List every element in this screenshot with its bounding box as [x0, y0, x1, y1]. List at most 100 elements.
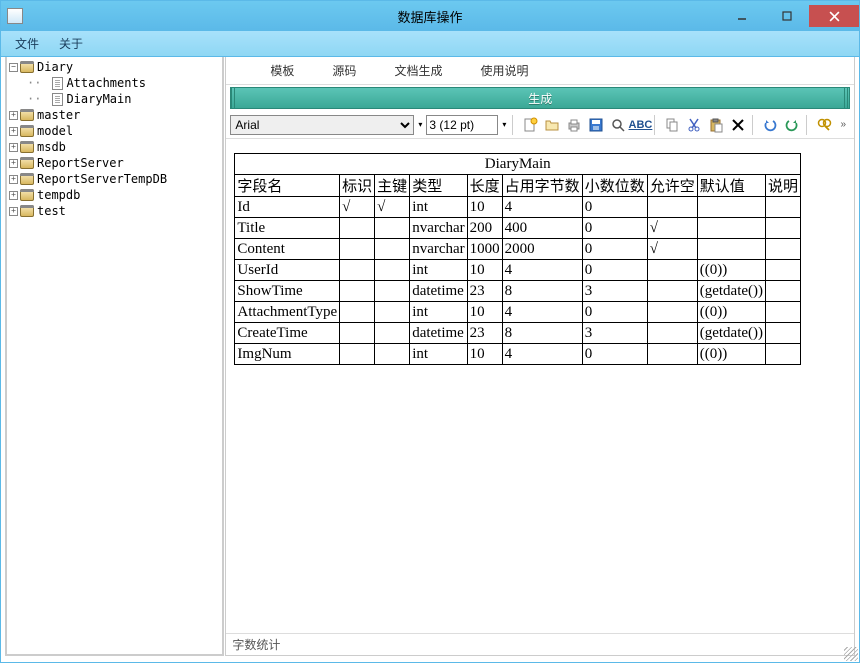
expand-icon[interactable]: +: [9, 143, 18, 152]
expand-icon[interactable]: +: [9, 111, 18, 120]
cell: [766, 344, 801, 365]
table-row: ShowTimedatetime2383(getdate()): [235, 281, 801, 302]
cell: [375, 239, 410, 260]
save-icon[interactable]: [586, 115, 606, 135]
delete-icon[interactable]: [728, 115, 748, 135]
tree-node[interactable]: + msdb: [9, 139, 220, 155]
tree-node-label: ReportServer: [37, 156, 124, 170]
cell: CreateTime: [235, 323, 340, 344]
window-title: 数据库操作: [397, 7, 462, 26]
cell: 10: [467, 260, 502, 281]
tree-node[interactable]: +model: [9, 123, 220, 139]
tree-node-label: ReportServerTempDB: [37, 172, 167, 186]
cell: ImgNum: [235, 344, 340, 365]
database-icon: [20, 173, 34, 185]
tree-node[interactable]: + ReportServerTempDB: [9, 171, 220, 187]
expand-icon[interactable]: +: [9, 175, 18, 184]
column-header: 小数位数: [582, 175, 647, 197]
cell: 8: [502, 281, 582, 302]
expand-icon[interactable]: +: [9, 159, 18, 168]
tab-source[interactable]: 源码: [318, 56, 370, 85]
cell: [766, 197, 801, 218]
cell: (getdate()): [697, 323, 765, 344]
font-size-select[interactable]: 3 (12 pt): [426, 115, 498, 135]
cut-icon[interactable]: [684, 115, 704, 135]
cell: 400: [502, 218, 582, 239]
cell: 8: [502, 323, 582, 344]
resize-grip-icon[interactable]: [844, 647, 858, 661]
cell: [647, 197, 697, 218]
cell: [375, 323, 410, 344]
cell: [697, 218, 765, 239]
font-select-dropdown-icon[interactable]: ▾: [416, 120, 424, 129]
database-tree[interactable]: −Diary··Attachments··DiaryMain+master+mo…: [5, 57, 224, 656]
cell: 0: [582, 344, 647, 365]
cell: nvarchar: [410, 239, 467, 260]
database-icon: [20, 157, 34, 169]
paste-icon[interactable]: [706, 115, 726, 135]
cell: ShowTime: [235, 281, 340, 302]
tree-node-label: tempdb: [37, 188, 80, 202]
tree-node[interactable]: ··Attachments: [9, 75, 220, 91]
table-row: Titlenvarchar2004000√: [235, 218, 801, 239]
editor-toolbar: Arial ▾ 3 (12 pt) ▾ ABC »: [226, 111, 854, 139]
tree-node[interactable]: ··DiaryMain: [9, 91, 220, 107]
status-bar: 字数统计: [226, 633, 854, 655]
toolbar-overflow-icon[interactable]: »: [836, 119, 850, 130]
spellcheck-icon[interactable]: ABC: [630, 115, 650, 135]
table-row: Id√√int1040: [235, 197, 801, 218]
column-header: 字段名: [235, 175, 340, 197]
print-icon[interactable]: [564, 115, 584, 135]
cell: datetime: [410, 323, 467, 344]
menu-file[interactable]: 文件: [5, 31, 49, 56]
expand-icon[interactable]: +: [9, 191, 18, 200]
tab-template[interactable]: 模板: [256, 56, 308, 85]
cell: √: [340, 197, 375, 218]
cell: int: [410, 260, 467, 281]
expand-icon[interactable]: +: [9, 127, 18, 136]
tree-node-label: msdb: [37, 140, 66, 154]
cell: 0: [582, 197, 647, 218]
tree-node[interactable]: + tempdb: [9, 187, 220, 203]
tree-node-label: DiaryMain: [66, 92, 131, 106]
cell: int: [410, 302, 467, 323]
font-size-dropdown-icon[interactable]: ▾: [500, 120, 508, 129]
collapse-icon[interactable]: −: [9, 63, 18, 72]
font-select[interactable]: Arial: [230, 115, 414, 135]
cell: [697, 197, 765, 218]
expand-icon[interactable]: +: [9, 207, 18, 216]
new-doc-icon[interactable]: [520, 115, 540, 135]
copy-icon[interactable]: [662, 115, 682, 135]
maximize-button[interactable]: [764, 5, 809, 27]
tree-node[interactable]: −Diary: [9, 59, 220, 75]
menu-bar: 文件 关于: [1, 31, 859, 57]
table-row: CreateTimedatetime2383(getdate()): [235, 323, 801, 344]
undo-icon[interactable]: [760, 115, 780, 135]
cell: [766, 302, 801, 323]
open-icon[interactable]: [542, 115, 562, 135]
cell: ((0)): [697, 302, 765, 323]
tree-node[interactable]: + ReportServer: [9, 155, 220, 171]
tree-node[interactable]: +test: [9, 203, 220, 219]
table-row: Contentnvarchar100020000√: [235, 239, 801, 260]
cell: 3: [582, 281, 647, 302]
tree-node[interactable]: +master: [9, 107, 220, 123]
cell: [647, 260, 697, 281]
minimize-button[interactable]: [719, 5, 764, 27]
tab-docgen[interactable]: 文档生成: [380, 56, 456, 85]
database-icon: [20, 189, 34, 201]
close-button[interactable]: [809, 5, 859, 27]
cell: [340, 239, 375, 260]
redo-icon[interactable]: [782, 115, 802, 135]
cell: 4: [502, 260, 582, 281]
cell: UserId: [235, 260, 340, 281]
zoom-icon[interactable]: [608, 115, 628, 135]
document-area[interactable]: DiaryMain 字段名标识主键类型长度占用字节数小数位数允许空默认值说明 I…: [226, 139, 854, 633]
schema-table: DiaryMain 字段名标识主键类型长度占用字节数小数位数允许空默认值说明 I…: [234, 153, 801, 365]
cell: [766, 260, 801, 281]
generate-button[interactable]: 生成: [230, 87, 850, 109]
menu-about[interactable]: 关于: [49, 31, 93, 56]
cell: √: [647, 239, 697, 260]
find-icon[interactable]: [814, 115, 834, 135]
tab-usage[interactable]: 使用说明: [466, 56, 542, 85]
